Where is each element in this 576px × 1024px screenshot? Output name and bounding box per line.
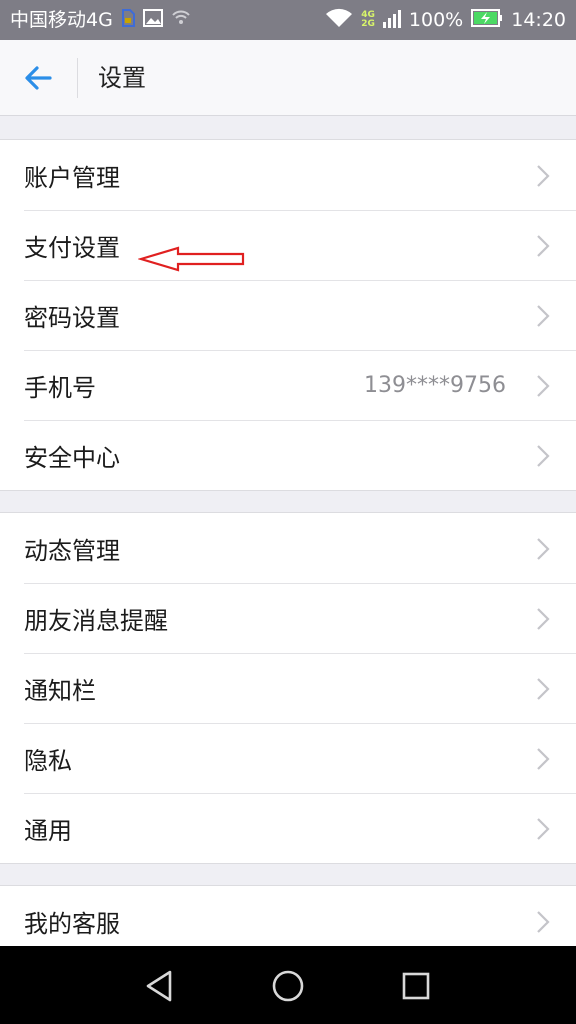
settings-group-account: 账户管理 支付设置 密码设置 手机号 139****9756 安全中心	[0, 139, 576, 491]
list-item-privacy[interactable]: 隐私	[0, 723, 576, 793]
chevron-right-icon	[537, 538, 550, 560]
arrow-left-icon	[25, 66, 52, 90]
chevron-right-icon	[537, 375, 550, 397]
list-item-label: 通用	[24, 816, 72, 845]
chevron-right-icon	[537, 748, 550, 770]
settings-group-general: 动态管理 朋友消息提醒 通知栏 隐私 通用	[0, 512, 576, 864]
list-item-account-management[interactable]: 账户管理	[0, 140, 576, 210]
list-item-moments-management[interactable]: 动态管理	[0, 513, 576, 583]
chevron-right-icon	[537, 608, 550, 630]
wifi-icon	[325, 8, 353, 32]
page-title: 设置	[98, 64, 146, 92]
list-item-phone-number[interactable]: 手机号 139****9756	[0, 350, 576, 420]
carrier-label: 中国移动4G	[10, 8, 113, 31]
nav-recents-button[interactable]	[396, 966, 436, 1006]
back-triangle-icon	[146, 970, 172, 1002]
chevron-right-icon	[537, 235, 550, 257]
clock: 14:20	[511, 8, 566, 31]
chevron-right-icon	[537, 165, 550, 187]
battery-charging-icon	[471, 9, 503, 31]
system-nav-bar	[0, 946, 576, 1024]
status-bar: 中国移动4G 4G 2G 100% 14:20	[0, 0, 576, 40]
list-item-label: 隐私	[24, 746, 72, 775]
list-item-label: 我的客服	[24, 909, 120, 938]
list-item-label: 密码设置	[24, 303, 120, 332]
list-item-security-center[interactable]: 安全中心	[0, 420, 576, 490]
chevron-right-icon	[537, 818, 550, 840]
header-divider	[77, 58, 78, 98]
list-item-payment-settings[interactable]: 支付设置	[0, 210, 576, 280]
chevron-right-icon	[537, 678, 550, 700]
list-item-label: 支付设置	[24, 233, 120, 262]
home-circle-icon	[272, 970, 304, 1002]
image-icon	[142, 9, 163, 31]
network-type: 4G 2G	[361, 11, 375, 29]
list-item-notification-bar[interactable]: 通知栏	[0, 653, 576, 723]
list-item-label: 账户管理	[24, 163, 120, 192]
list-item-friend-notifications[interactable]: 朋友消息提醒	[0, 583, 576, 653]
battery-percent: 100%	[408, 8, 464, 31]
chevron-right-icon	[537, 911, 550, 933]
list-item-label: 动态管理	[24, 536, 120, 565]
annotation-arrow-icon	[138, 246, 245, 272]
network-2g-label: 2G	[361, 19, 375, 29]
chevron-right-icon	[537, 445, 550, 467]
nav-home-button[interactable]	[268, 966, 308, 1006]
sim-card-icon	[121, 9, 135, 31]
recents-square-icon	[402, 972, 430, 1000]
back-button[interactable]	[14, 56, 62, 100]
wifi-hotspot-icon	[171, 10, 191, 30]
phone-number-value: 139****9756	[364, 372, 506, 398]
list-item-label: 朋友消息提醒	[24, 606, 168, 635]
list-item-label: 通知栏	[24, 676, 96, 705]
list-item-general[interactable]: 通用	[0, 793, 576, 863]
list-item-password-settings[interactable]: 密码设置	[0, 280, 576, 350]
list-item-label: 安全中心	[24, 443, 120, 472]
top-app-bar: 设置	[0, 40, 576, 116]
list-item-label: 手机号	[24, 373, 96, 402]
signal-icon	[382, 8, 401, 32]
nav-back-button[interactable]	[140, 966, 180, 1006]
chevron-right-icon	[537, 305, 550, 327]
